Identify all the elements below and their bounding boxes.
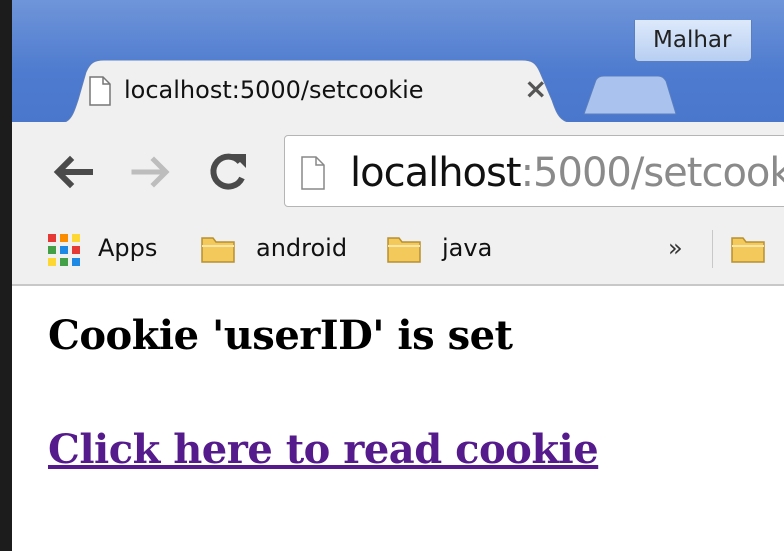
bookmark-apps[interactable]: Apps [98,234,157,262]
forward-arrow-icon[interactable] [130,150,174,194]
page-icon [89,76,111,106]
page-heading: Cookie 'userID' is set [48,312,513,359]
profile-button[interactable]: Malhar [634,20,752,62]
folder-icon [387,237,421,263]
tab-close-button[interactable]: × [524,72,547,105]
url-host: localhost [350,150,522,196]
url-path: :5000/setcook [520,150,784,196]
bookmark-java[interactable]: java [442,234,492,262]
read-cookie-link[interactable]: Click here to read cookie [48,426,599,473]
bookmarks-divider [712,230,713,268]
apps-grid-icon[interactable] [46,232,82,268]
profile-name: Malhar [653,27,732,53]
tab-title: localhost:5000/setcookie [124,76,424,104]
back-arrow-icon[interactable] [50,150,94,194]
bookmarks-overflow-button[interactable]: » [668,234,683,262]
reload-icon[interactable] [206,148,250,196]
window-border [0,0,12,551]
page-icon [301,156,325,190]
new-tab-icon[interactable] [578,76,678,116]
folder-icon[interactable] [730,234,766,264]
address-url[interactable]: localhost:5000/setcook [350,150,784,196]
bookmark-android[interactable]: android [256,234,347,262]
folder-icon [201,237,235,263]
